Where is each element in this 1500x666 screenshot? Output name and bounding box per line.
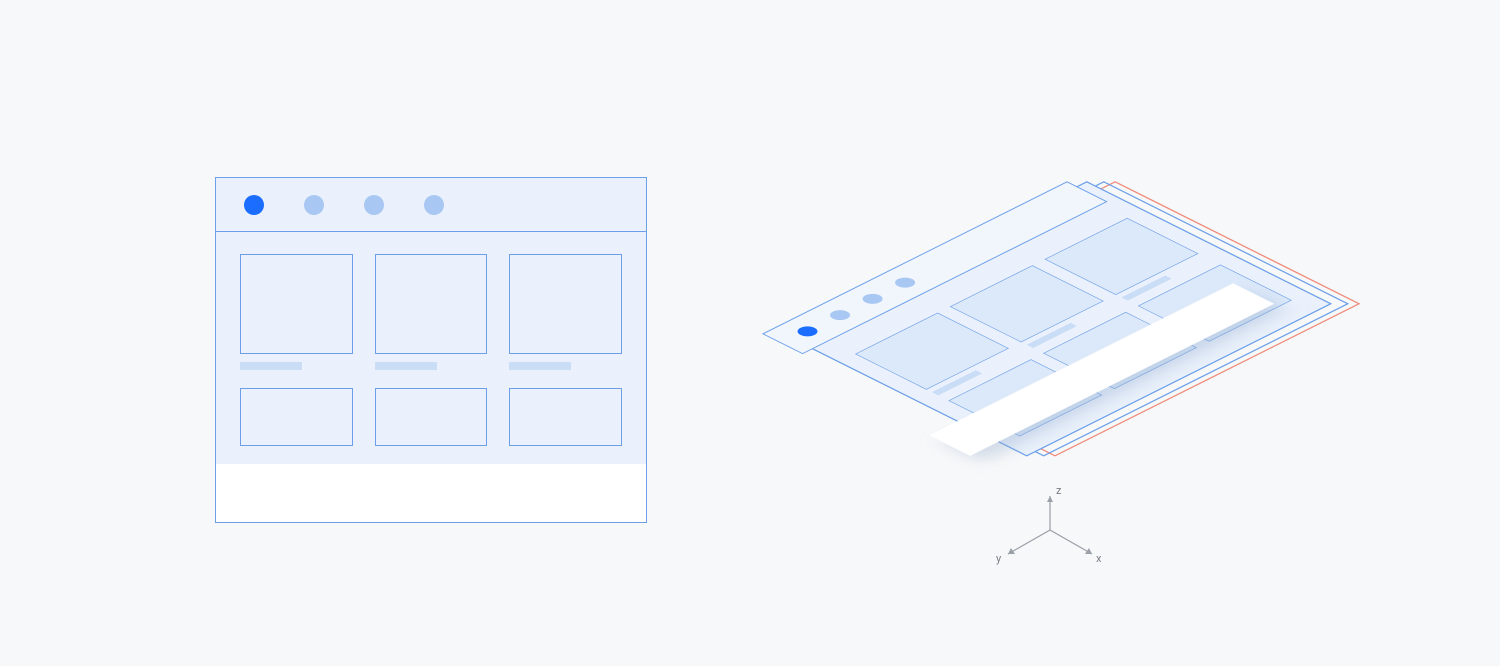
thumbnail-icon [949,360,1102,436]
card-row [240,254,622,370]
tab-dot-inactive [364,195,384,215]
caption-bar [1027,323,1077,348]
tab-dot-inactive [304,195,324,215]
isometric-scene: z x y [780,130,1390,610]
card-row [240,388,622,446]
thumbnail-icon [375,388,488,446]
flat-footer-overlay [216,464,646,522]
caption-bar [509,362,571,370]
axes-gizmo: z x y [996,484,1102,565]
tab-dot-inactive [858,292,886,306]
thumbnail-icon [509,254,622,354]
tab-dot-inactive [891,276,919,290]
caption-bar [375,362,437,370]
thumbnail-icon [1138,265,1291,341]
card [240,254,353,370]
axis-z-label: z [1056,484,1062,497]
card [240,388,353,446]
thumbnail-icon [950,266,1103,342]
iso-panel [783,182,1331,456]
iso-layer-red [811,182,1359,456]
axis-y-label: y [996,552,1002,565]
card [375,388,488,446]
iso-header-strip [763,182,1107,354]
tab-dot-active [244,195,264,215]
caption-bar [1121,276,1171,301]
flat-browser-mockup [215,177,647,523]
caption-bar [932,370,982,395]
iso-layer-blue [800,182,1348,456]
card [509,388,622,446]
thumbnail-icon [1045,218,1198,294]
thumbnail-icon [375,254,488,354]
thumbnail-icon [240,388,353,446]
card [509,254,622,370]
axis-x-label: x [1096,552,1102,565]
card [375,254,488,370]
tab-dot-active [793,324,821,338]
iso-card-grid [856,218,1292,436]
iso-white-overlay [929,283,1274,456]
thumbnail-icon [509,388,622,446]
thumbnail-icon [856,313,1009,389]
flat-body [216,232,646,446]
thumbnail-icon [240,254,353,354]
flat-header [216,178,646,232]
thumbnail-icon [1044,312,1197,388]
caption-bar [240,362,302,370]
tab-dot-inactive [826,308,854,322]
tab-dot-inactive [424,195,444,215]
